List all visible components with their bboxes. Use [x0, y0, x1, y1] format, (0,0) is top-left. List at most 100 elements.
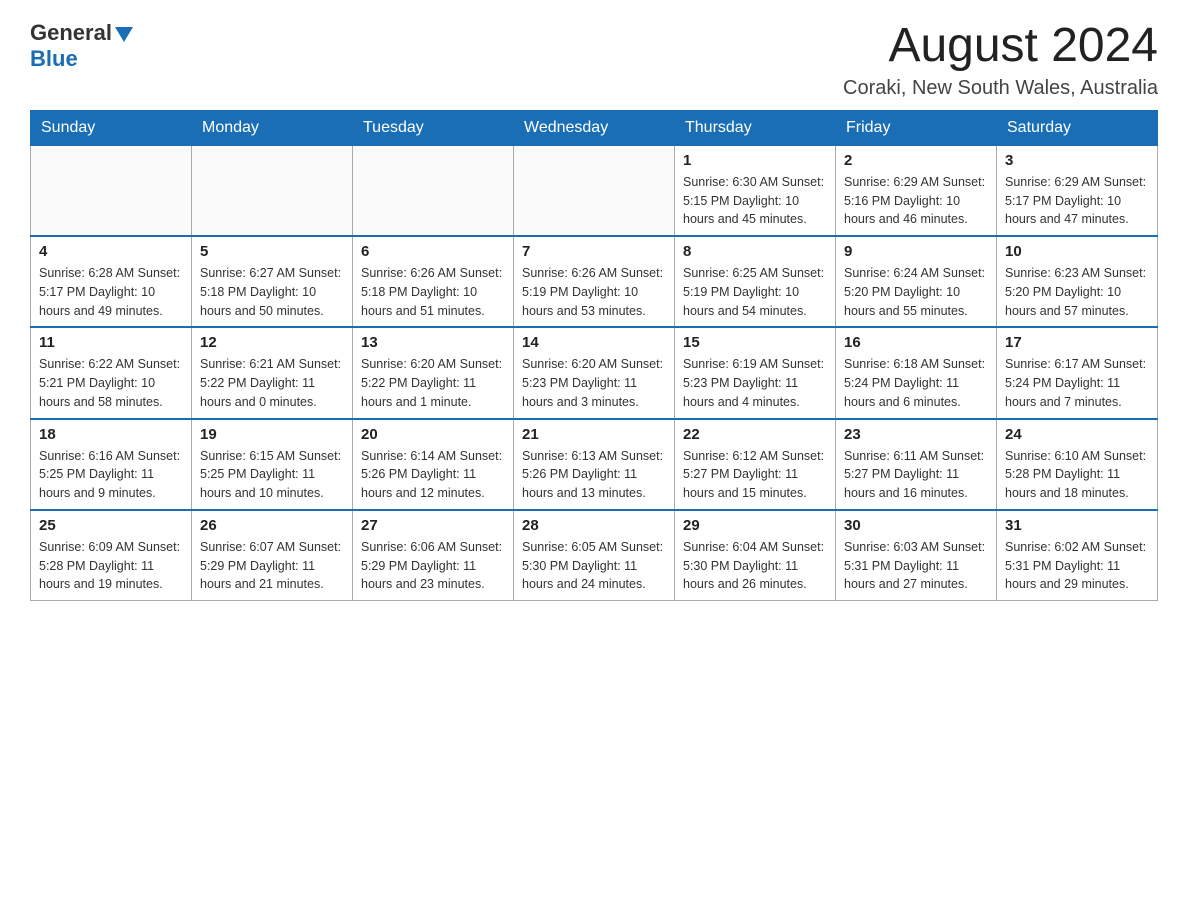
- day-info: Sunrise: 6:29 AM Sunset: 5:16 PM Dayligh…: [844, 173, 988, 229]
- calendar-cell: 27Sunrise: 6:06 AM Sunset: 5:29 PM Dayli…: [353, 510, 514, 601]
- calendar-cell: 13 Sunrise: 6:20 AM Sunset: 5:22 PM Dayli…: [353, 327, 514, 418]
- calendar-cell: [192, 145, 353, 236]
- logo-blue: Blue: [30, 46, 78, 72]
- calendar-week-row: 11 Sunrise: 6:22 AM Sunset: 5:21 PM Dayli…: [31, 327, 1158, 418]
- day-number: 20: [361, 426, 505, 443]
- calendar-cell: 15Sunrise: 6:19 AM Sunset: 5:23 PM Dayli…: [675, 327, 836, 418]
- calendar-cell: 7 Sunrise: 6:26 AM Sunset: 5:19 PM Daylig…: [514, 236, 675, 327]
- calendar-cell: [514, 145, 675, 236]
- location-title: Coraki, New South Wales, Australia: [843, 77, 1158, 100]
- calendar-cell: 24 Sunrise: 6:10 AM Sunset: 5:28 PM Dayli…: [997, 419, 1158, 510]
- day-number: 1: [683, 152, 827, 169]
- day-number: 13: [361, 334, 505, 351]
- calendar-week-row: 25Sunrise: 6:09 AM Sunset: 5:28 PM Dayli…: [31, 510, 1158, 601]
- day-info: Sunrise: 6:09 AM Sunset: 5:28 PM Dayligh…: [39, 538, 183, 594]
- day-number: 16: [844, 334, 988, 351]
- day-info: Sunrise: 6:22 AM Sunset: 5:21 PM Dayligh…: [39, 355, 183, 411]
- day-info: Sunrise: 6:20 AM Sunset: 5:22 PM Dayligh…: [361, 355, 505, 411]
- day-number: 14: [522, 334, 666, 351]
- calendar-cell: 19Sunrise: 6:15 AM Sunset: 5:25 PM Dayli…: [192, 419, 353, 510]
- month-title: August 2024: [843, 20, 1158, 73]
- day-info: Sunrise: 6:24 AM Sunset: 5:20 PM Dayligh…: [844, 264, 988, 320]
- day-number: 5: [200, 243, 344, 260]
- day-number: 17: [1005, 334, 1149, 351]
- day-info: Sunrise: 6:26 AM Sunset: 5:18 PM Dayligh…: [361, 264, 505, 320]
- day-number: 9: [844, 243, 988, 260]
- calendar-cell: 30 Sunrise: 6:03 AM Sunset: 5:31 PM Dayli…: [836, 510, 997, 601]
- calendar-cell: 26 Sunrise: 6:07 AM Sunset: 5:29 PM Dayli…: [192, 510, 353, 601]
- day-number: 10: [1005, 243, 1149, 260]
- calendar-day-header: Monday: [192, 110, 353, 145]
- calendar-cell: 14Sunrise: 6:20 AM Sunset: 5:23 PM Dayli…: [514, 327, 675, 418]
- calendar-day-header: Wednesday: [514, 110, 675, 145]
- day-info: Sunrise: 6:27 AM Sunset: 5:18 PM Dayligh…: [200, 264, 344, 320]
- day-number: 30: [844, 517, 988, 534]
- logo-general: General: [30, 20, 112, 46]
- day-info: Sunrise: 6:03 AM Sunset: 5:31 PM Dayligh…: [844, 538, 988, 594]
- day-number: 26: [200, 517, 344, 534]
- calendar-week-row: 18 Sunrise: 6:16 AM Sunset: 5:25 PM Dayli…: [31, 419, 1158, 510]
- day-info: Sunrise: 6:21 AM Sunset: 5:22 PM Dayligh…: [200, 355, 344, 411]
- calendar-cell: 21 Sunrise: 6:13 AM Sunset: 5:26 PM Dayli…: [514, 419, 675, 510]
- calendar-cell: 8Sunrise: 6:25 AM Sunset: 5:19 PM Daylig…: [675, 236, 836, 327]
- day-number: 11: [39, 334, 183, 351]
- calendar-cell: 16Sunrise: 6:18 AM Sunset: 5:24 PM Dayli…: [836, 327, 997, 418]
- calendar-cell: 10 Sunrise: 6:23 AM Sunset: 5:20 PM Dayli…: [997, 236, 1158, 327]
- calendar-week-row: 1Sunrise: 6:30 AM Sunset: 5:15 PM Daylig…: [31, 145, 1158, 236]
- day-info: Sunrise: 6:17 AM Sunset: 5:24 PM Dayligh…: [1005, 355, 1149, 411]
- calendar-cell: 29 Sunrise: 6:04 AM Sunset: 5:30 PM Dayli…: [675, 510, 836, 601]
- day-number: 22: [683, 426, 827, 443]
- day-number: 6: [361, 243, 505, 260]
- day-number: 19: [200, 426, 344, 443]
- day-number: 3: [1005, 152, 1149, 169]
- calendar-cell: 9 Sunrise: 6:24 AM Sunset: 5:20 PM Daylig…: [836, 236, 997, 327]
- day-info: Sunrise: 6:06 AM Sunset: 5:29 PM Dayligh…: [361, 538, 505, 594]
- calendar-cell: 17 Sunrise: 6:17 AM Sunset: 5:24 PM Dayli…: [997, 327, 1158, 418]
- day-number: 21: [522, 426, 666, 443]
- calendar-cell: 23Sunrise: 6:11 AM Sunset: 5:27 PM Dayli…: [836, 419, 997, 510]
- calendar-cell: [353, 145, 514, 236]
- logo-arrow-icon: [115, 27, 133, 42]
- day-number: 29: [683, 517, 827, 534]
- day-number: 4: [39, 243, 183, 260]
- day-number: 7: [522, 243, 666, 260]
- day-info: Sunrise: 6:26 AM Sunset: 5:19 PM Dayligh…: [522, 264, 666, 320]
- day-number: 2: [844, 152, 988, 169]
- calendar-cell: 25Sunrise: 6:09 AM Sunset: 5:28 PM Dayli…: [31, 510, 192, 601]
- day-info: Sunrise: 6:19 AM Sunset: 5:23 PM Dayligh…: [683, 355, 827, 411]
- day-number: 28: [522, 517, 666, 534]
- day-info: Sunrise: 6:12 AM Sunset: 5:27 PM Dayligh…: [683, 447, 827, 503]
- title-block: August 2024 Coraki, New South Wales, Aus…: [843, 20, 1158, 100]
- day-info: Sunrise: 6:07 AM Sunset: 5:29 PM Dayligh…: [200, 538, 344, 594]
- calendar-cell: 3 Sunrise: 6:29 AM Sunset: 5:17 PM Daylig…: [997, 145, 1158, 236]
- calendar-cell: 18 Sunrise: 6:16 AM Sunset: 5:25 PM Dayli…: [31, 419, 192, 510]
- calendar-cell: 20 Sunrise: 6:14 AM Sunset: 5:26 PM Dayli…: [353, 419, 514, 510]
- calendar-header-row: SundayMondayTuesdayWednesdayThursdayFrid…: [31, 110, 1158, 145]
- day-info: Sunrise: 6:04 AM Sunset: 5:30 PM Dayligh…: [683, 538, 827, 594]
- day-number: 18: [39, 426, 183, 443]
- day-number: 24: [1005, 426, 1149, 443]
- page-header: General Blue August 2024 Coraki, New Sou…: [30, 20, 1158, 100]
- day-info: Sunrise: 6:16 AM Sunset: 5:25 PM Dayligh…: [39, 447, 183, 503]
- day-number: 8: [683, 243, 827, 260]
- day-info: Sunrise: 6:13 AM Sunset: 5:26 PM Dayligh…: [522, 447, 666, 503]
- calendar-cell: 12 Sunrise: 6:21 AM Sunset: 5:22 PM Dayli…: [192, 327, 353, 418]
- day-info: Sunrise: 6:02 AM Sunset: 5:31 PM Dayligh…: [1005, 538, 1149, 594]
- calendar-cell: 2 Sunrise: 6:29 AM Sunset: 5:16 PM Daylig…: [836, 145, 997, 236]
- day-info: Sunrise: 6:29 AM Sunset: 5:17 PM Dayligh…: [1005, 173, 1149, 229]
- calendar-table: SundayMondayTuesdayWednesdayThursdayFrid…: [30, 110, 1158, 601]
- calendar-cell: 5 Sunrise: 6:27 AM Sunset: 5:18 PM Daylig…: [192, 236, 353, 327]
- calendar-cell: 4 Sunrise: 6:28 AM Sunset: 5:17 PM Daylig…: [31, 236, 192, 327]
- day-info: Sunrise: 6:28 AM Sunset: 5:17 PM Dayligh…: [39, 264, 183, 320]
- calendar-cell: [31, 145, 192, 236]
- calendar-day-header: Sunday: [31, 110, 192, 145]
- day-number: 12: [200, 334, 344, 351]
- logo: General Blue: [30, 20, 133, 72]
- calendar-cell: 31Sunrise: 6:02 AM Sunset: 5:31 PM Dayli…: [997, 510, 1158, 601]
- day-info: Sunrise: 6:14 AM Sunset: 5:26 PM Dayligh…: [361, 447, 505, 503]
- day-info: Sunrise: 6:10 AM Sunset: 5:28 PM Dayligh…: [1005, 447, 1149, 503]
- calendar-cell: 6 Sunrise: 6:26 AM Sunset: 5:18 PM Daylig…: [353, 236, 514, 327]
- calendar-week-row: 4 Sunrise: 6:28 AM Sunset: 5:17 PM Daylig…: [31, 236, 1158, 327]
- day-number: 23: [844, 426, 988, 443]
- day-info: Sunrise: 6:23 AM Sunset: 5:20 PM Dayligh…: [1005, 264, 1149, 320]
